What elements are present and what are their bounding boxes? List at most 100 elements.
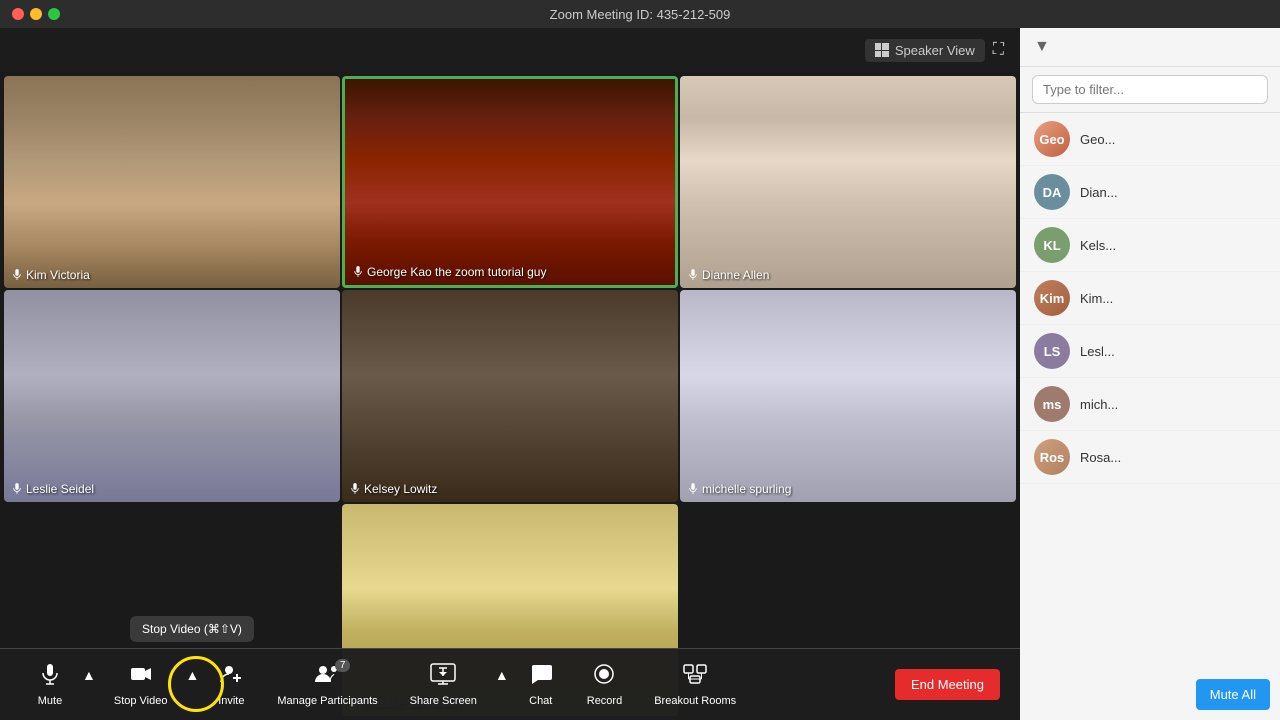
mute-all-button[interactable]: Mute All bbox=[1196, 679, 1270, 710]
invite-icon bbox=[220, 663, 242, 691]
leslie-name: Leslie Seidel bbox=[26, 482, 94, 496]
video-cell-kelsey: Kelsey Lowitz bbox=[342, 290, 678, 502]
participant-label-michelle: michelle spurling bbox=[688, 482, 791, 496]
participants-count: 7 bbox=[335, 659, 351, 672]
participant-label-dianne: Dianne Allen bbox=[688, 268, 769, 282]
speaker-view-label: Speaker View bbox=[895, 43, 975, 58]
stop-video-label: Stop Video bbox=[114, 695, 168, 707]
mute-label: Mute bbox=[38, 695, 62, 707]
dianne-name: Dianne Allen bbox=[702, 268, 769, 282]
kim-name: Kim Victoria bbox=[26, 268, 90, 282]
sidebar-item: Ros Rosa... bbox=[1020, 431, 1280, 484]
stop-video-button[interactable]: Stop Video bbox=[98, 649, 184, 720]
video-cell-leslie: Leslie Seidel bbox=[4, 290, 340, 502]
participant-label-kim: Kim Victoria bbox=[12, 268, 90, 282]
sidebar-item: KL Kels... bbox=[1020, 219, 1280, 272]
participant-search-input[interactable] bbox=[1032, 75, 1268, 104]
toolbar: Mute ▲ Stop Video ▲ Invite bbox=[0, 648, 1020, 720]
george-name: George Kao the zoom tutorial guy bbox=[367, 265, 546, 279]
title-bar: Zoom Meeting ID: 435-212-509 bbox=[0, 0, 1280, 28]
chat-icon bbox=[530, 663, 552, 691]
mic-icon-kim bbox=[12, 269, 22, 281]
video-cell-george: George Kao the zoom tutorial guy bbox=[342, 76, 678, 288]
video-chevron[interactable]: ▲ bbox=[183, 663, 201, 687]
sidebar-item: DA Dian... bbox=[1020, 166, 1280, 219]
share-screen-icon bbox=[430, 663, 456, 691]
close-button[interactable] bbox=[12, 8, 24, 20]
microphone-icon bbox=[39, 663, 61, 685]
top-bar: Speaker View ⛶ bbox=[0, 28, 1020, 72]
avatar-rosa: Ros bbox=[1034, 439, 1070, 475]
participant-label-leslie: Leslie Seidel bbox=[12, 482, 94, 496]
participant-name-da: Dian... bbox=[1080, 185, 1118, 200]
mic-icon-leslie bbox=[12, 483, 22, 495]
chat-label: Chat bbox=[529, 695, 552, 707]
mute-chevron[interactable]: ▲ bbox=[80, 663, 98, 687]
breakout-rooms-label: Breakout Rooms bbox=[654, 695, 736, 707]
video-cell-dianne: Dianne Allen bbox=[680, 76, 1016, 288]
mute-icon bbox=[39, 663, 61, 691]
screen-share-icon bbox=[430, 663, 456, 685]
participant-label-george: George Kao the zoom tutorial guy bbox=[353, 265, 546, 279]
breakout-icon bbox=[683, 663, 707, 691]
record-label: Record bbox=[587, 695, 622, 707]
record-circle-icon bbox=[593, 663, 615, 685]
record-icon bbox=[593, 663, 615, 691]
expand-icon[interactable]: ⛶ bbox=[993, 41, 1004, 59]
speech-bubble-icon bbox=[530, 663, 552, 685]
record-button[interactable]: Record bbox=[571, 649, 638, 720]
video-icon bbox=[130, 663, 152, 691]
camera-icon bbox=[130, 663, 152, 685]
manage-participants-label: Manage Participants bbox=[277, 695, 377, 707]
sidebar-item: LS Lesl... bbox=[1020, 325, 1280, 378]
video-cell-kim: Kim Victoria bbox=[4, 76, 340, 288]
stop-video-tooltip: Stop Video (⌘⇧V) bbox=[130, 616, 254, 642]
breakout-rooms-icon bbox=[683, 663, 707, 685]
participants-sidebar: ▼ Geo Geo... DA Dian... KL Kels... Kim K… bbox=[1020, 28, 1280, 720]
participant-name-rosa: Rosa... bbox=[1080, 450, 1121, 465]
share-screen-chevron[interactable]: ▲ bbox=[493, 663, 511, 687]
mic-icon-dianne bbox=[688, 269, 698, 281]
sidebar-item: Kim Kim... bbox=[1020, 272, 1280, 325]
michelle-name: michelle spurling bbox=[702, 482, 791, 496]
sidebar-chevron[interactable]: ▼ bbox=[1034, 38, 1050, 56]
minimize-button[interactable] bbox=[30, 8, 42, 20]
person-plus-icon bbox=[220, 663, 242, 685]
invite-button[interactable]: Invite bbox=[201, 649, 261, 720]
participant-name-ls: Lesl... bbox=[1080, 344, 1115, 359]
avatar-ls: LS bbox=[1034, 333, 1070, 369]
end-meeting-button[interactable]: End Meeting bbox=[895, 669, 1000, 700]
participant-name-kim2: Kim... bbox=[1080, 291, 1113, 306]
manage-participants-button[interactable]: 7 Manage Participants bbox=[261, 649, 393, 720]
sidebar-item: Geo Geo... bbox=[1020, 113, 1280, 166]
kelsey-name: Kelsey Lowitz bbox=[364, 482, 437, 496]
participants-list: Geo Geo... DA Dian... KL Kels... Kim Kim… bbox=[1020, 113, 1280, 720]
share-screen-button[interactable]: Share Screen bbox=[394, 649, 493, 720]
avatar-kl: KL bbox=[1034, 227, 1070, 263]
avatar-da: DA bbox=[1034, 174, 1070, 210]
avatar-kim2: Kim bbox=[1034, 280, 1070, 316]
participant-name-geo: Geo... bbox=[1080, 132, 1115, 147]
share-screen-label: Share Screen bbox=[410, 695, 477, 707]
avatar-geo: Geo bbox=[1034, 121, 1070, 157]
avatar-ms: ms bbox=[1034, 386, 1070, 422]
breakout-rooms-button[interactable]: Breakout Rooms bbox=[638, 649, 752, 720]
participant-name-ms: mich... bbox=[1080, 397, 1118, 412]
window-controls bbox=[12, 8, 60, 20]
participants-icon: 7 bbox=[314, 663, 340, 691]
mic-icon-george bbox=[353, 266, 363, 278]
participant-name-kl: Kels... bbox=[1080, 238, 1116, 253]
participant-label-kelsey: Kelsey Lowitz bbox=[350, 482, 437, 496]
mic-icon-kelsey bbox=[350, 483, 360, 495]
maximize-button[interactable] bbox=[48, 8, 60, 20]
mute-button[interactable]: Mute bbox=[20, 649, 80, 720]
video-cell-michelle: michelle spurling bbox=[680, 290, 1016, 502]
invite-label: Invite bbox=[218, 695, 244, 707]
window-title: Zoom Meeting ID: 435-212-509 bbox=[550, 7, 731, 22]
speaker-view-button[interactable]: Speaker View bbox=[865, 39, 985, 62]
grid-icon bbox=[875, 43, 889, 57]
sidebar-item: ms mich... bbox=[1020, 378, 1280, 431]
sidebar-search-area bbox=[1020, 67, 1280, 113]
mic-icon-michelle bbox=[688, 483, 698, 495]
chat-button[interactable]: Chat bbox=[511, 649, 571, 720]
